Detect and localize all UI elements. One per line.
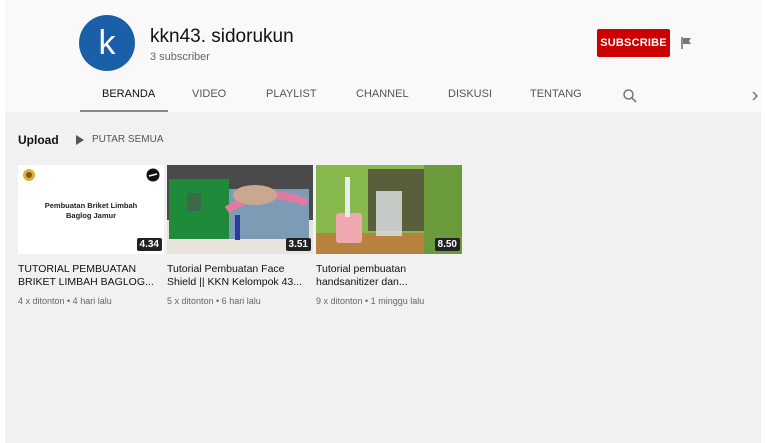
tab-beranda[interactable]: BERANDA bbox=[102, 88, 155, 100]
chevron-right-icon[interactable] bbox=[750, 89, 760, 103]
tab-diskusi[interactable]: DISKUSI bbox=[448, 88, 492, 100]
video-thumbnail[interactable]: Pembuatan Briket Limbah Baglog Jamur 4.3… bbox=[18, 165, 164, 254]
thumbnail-caption: Pembuatan Briket Limbah Baglog Jamur bbox=[44, 201, 138, 220]
video-duration: 3.51 bbox=[285, 238, 311, 251]
video-thumbnail[interactable]: 8.50 bbox=[316, 165, 462, 254]
subscriber-count: 3 subscriber bbox=[150, 51, 210, 63]
channel-name: kkn43. sidorukun bbox=[150, 26, 294, 47]
channel-tabs: BERANDA VIDEO PLAYLIST CHANNEL DISKUSI T… bbox=[5, 80, 761, 112]
video-card[interactable]: 3.51 Tutorial Pembuatan Face Shield || K… bbox=[167, 165, 313, 306]
search-icon[interactable] bbox=[622, 88, 638, 104]
subscribe-button[interactable]: SUBSCRIBE bbox=[597, 29, 670, 57]
play-icon[interactable] bbox=[75, 135, 85, 145]
emblem-icon bbox=[23, 169, 35, 181]
video-title[interactable]: Tutorial Pembuatan Face Shield || KKN Ke… bbox=[167, 263, 313, 289]
video-title[interactable]: Tutorial pembuatan handsanitizer dan... bbox=[316, 263, 462, 289]
avatar-letter: k bbox=[98, 23, 116, 62]
video-card[interactable]: 8.50 Tutorial pembuatan handsanitizer da… bbox=[316, 165, 462, 306]
flag-icon[interactable] bbox=[680, 36, 694, 50]
video-duration: 4.34 bbox=[136, 238, 162, 251]
video-meta: 5 x ditonton • 6 hari lalu bbox=[167, 296, 261, 306]
video-thumbnail[interactable]: 3.51 bbox=[167, 165, 313, 254]
video-title[interactable]: TUTORIAL PEMBUATAN BRIKET LIMBAH BAGLOG.… bbox=[18, 263, 164, 289]
logo-icon bbox=[146, 168, 160, 182]
video-meta: 9 x ditonton • 1 minggu lalu bbox=[316, 296, 425, 306]
section-title[interactable]: Upload bbox=[18, 133, 59, 147]
tab-playlist[interactable]: PLAYLIST bbox=[266, 88, 317, 100]
tab-channel[interactable]: CHANNEL bbox=[356, 88, 409, 100]
play-all-button[interactable]: PUTAR SEMUA bbox=[92, 134, 164, 145]
video-meta: 4 x ditonton • 4 hari lalu bbox=[18, 296, 112, 306]
tab-video[interactable]: VIDEO bbox=[192, 88, 226, 100]
video-duration: 8.50 bbox=[434, 238, 460, 251]
video-card[interactable]: Pembuatan Briket Limbah Baglog Jamur 4.3… bbox=[18, 165, 164, 306]
channel-avatar[interactable]: k bbox=[79, 15, 135, 71]
tab-tentang[interactable]: TENTANG bbox=[530, 88, 582, 100]
